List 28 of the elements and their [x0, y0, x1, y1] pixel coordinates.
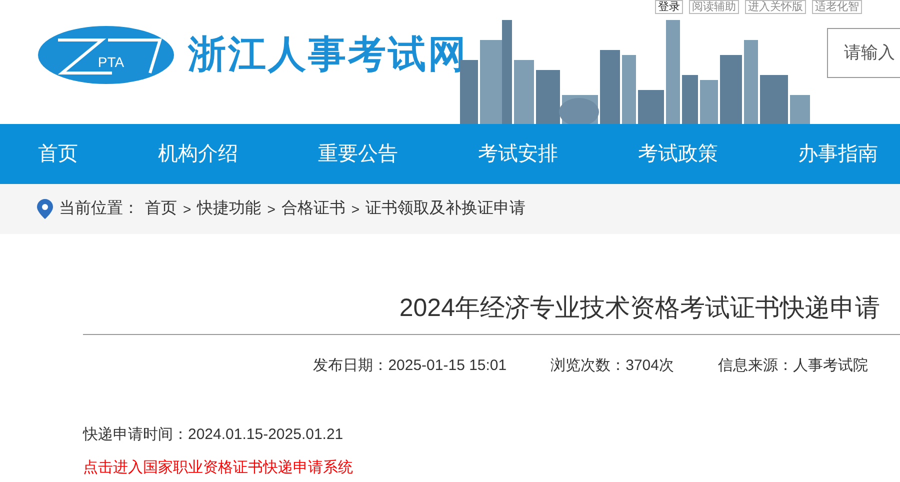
article-title: 2024年经济专业技术资格考试证书快递申请 — [399, 293, 880, 324]
article-body: 快递申请时间：2024.01.15-2025.01.21 — [83, 425, 344, 445]
logo-icon: PTA — [38, 24, 174, 86]
nav-item[interactable]: 办事指南 — [798, 139, 878, 169]
nav-item[interactable]: 考试政策 — [638, 139, 718, 169]
article-meta: 信息来源：人事考试院 — [718, 356, 868, 376]
breadcrumb-link[interactable]: 首页 — [145, 197, 177, 221]
breadcrumb-link[interactable]: 合格证书 — [281, 197, 346, 221]
location-pin-icon — [37, 199, 53, 219]
search-field[interactable]: 请输入 — [827, 28, 900, 78]
top-link[interactable]: 进入关怀版 — [745, 0, 806, 14]
top-link[interactable]: 登录 — [655, 0, 683, 14]
nav-item[interactable]: 首页 — [38, 139, 78, 169]
nav-item[interactable]: 机构介绍 — [158, 139, 238, 169]
breadcrumb-separator: > — [183, 200, 192, 218]
breadcrumb-separator: > — [267, 200, 276, 218]
breadcrumb-link[interactable]: 证书领取及补换证申请 — [366, 197, 526, 221]
breadcrumb-separator: > — [351, 200, 360, 218]
breadcrumb-link[interactable]: 快捷功能 — [197, 197, 262, 221]
nav-item[interactable]: 考试安排 — [478, 139, 558, 169]
site-title: 浙江人事考试网 — [188, 32, 468, 78]
top-link[interactable]: 适老化智 — [812, 0, 862, 14]
system-link[interactable]: 点击进入国家职业资格证书快递申请系统 — [83, 456, 353, 479]
breadcrumb-label: 当前位置： — [59, 199, 139, 219]
nav-item[interactable]: 重要公告 — [318, 139, 398, 169]
article-meta: 发布日期：2025-01-15 15:01 — [313, 356, 507, 376]
top-link[interactable]: 阅读辅助 — [689, 0, 739, 14]
article-meta: 浏览次数：3704次 — [550, 356, 674, 376]
